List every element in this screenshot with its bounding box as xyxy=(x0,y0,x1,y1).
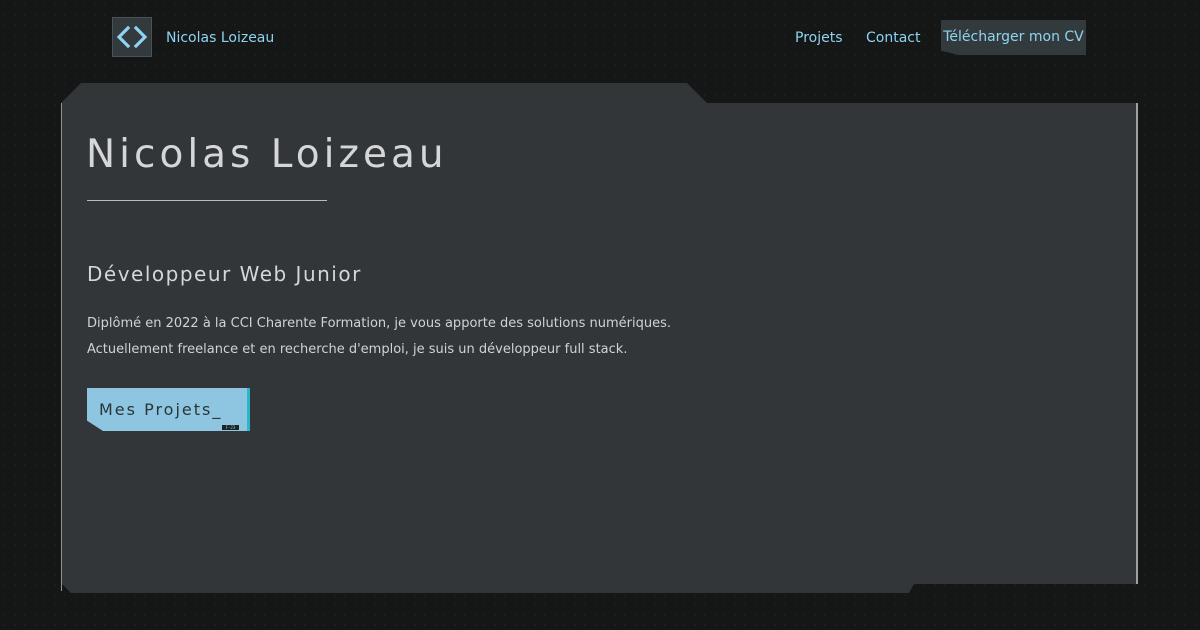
nav-link-projets[interactable]: Projets xyxy=(795,29,843,47)
projects-button-tag: F-23 xyxy=(222,425,239,430)
nav-link-contact[interactable]: Contact xyxy=(866,29,920,47)
hero-description-line-2: Actuellement freelance et en recherche d… xyxy=(87,342,628,357)
hero-description-line-1: Diplômé en 2022 à la CCI Charente Format… xyxy=(87,316,671,331)
hero-panel-left-border xyxy=(61,103,62,591)
hero-subtitle: Développeur Web Junior xyxy=(87,262,362,286)
code-brackets-icon xyxy=(115,25,149,49)
hero-panel-right-border xyxy=(1136,103,1138,584)
hero-divider xyxy=(87,200,327,201)
hero-title: Nicolas Loizeau xyxy=(86,132,448,177)
logo-button[interactable] xyxy=(112,17,152,57)
download-cv-button[interactable]: Télécharger mon CV xyxy=(941,20,1086,55)
brand-name[interactable]: Nicolas Loizeau xyxy=(166,29,274,47)
